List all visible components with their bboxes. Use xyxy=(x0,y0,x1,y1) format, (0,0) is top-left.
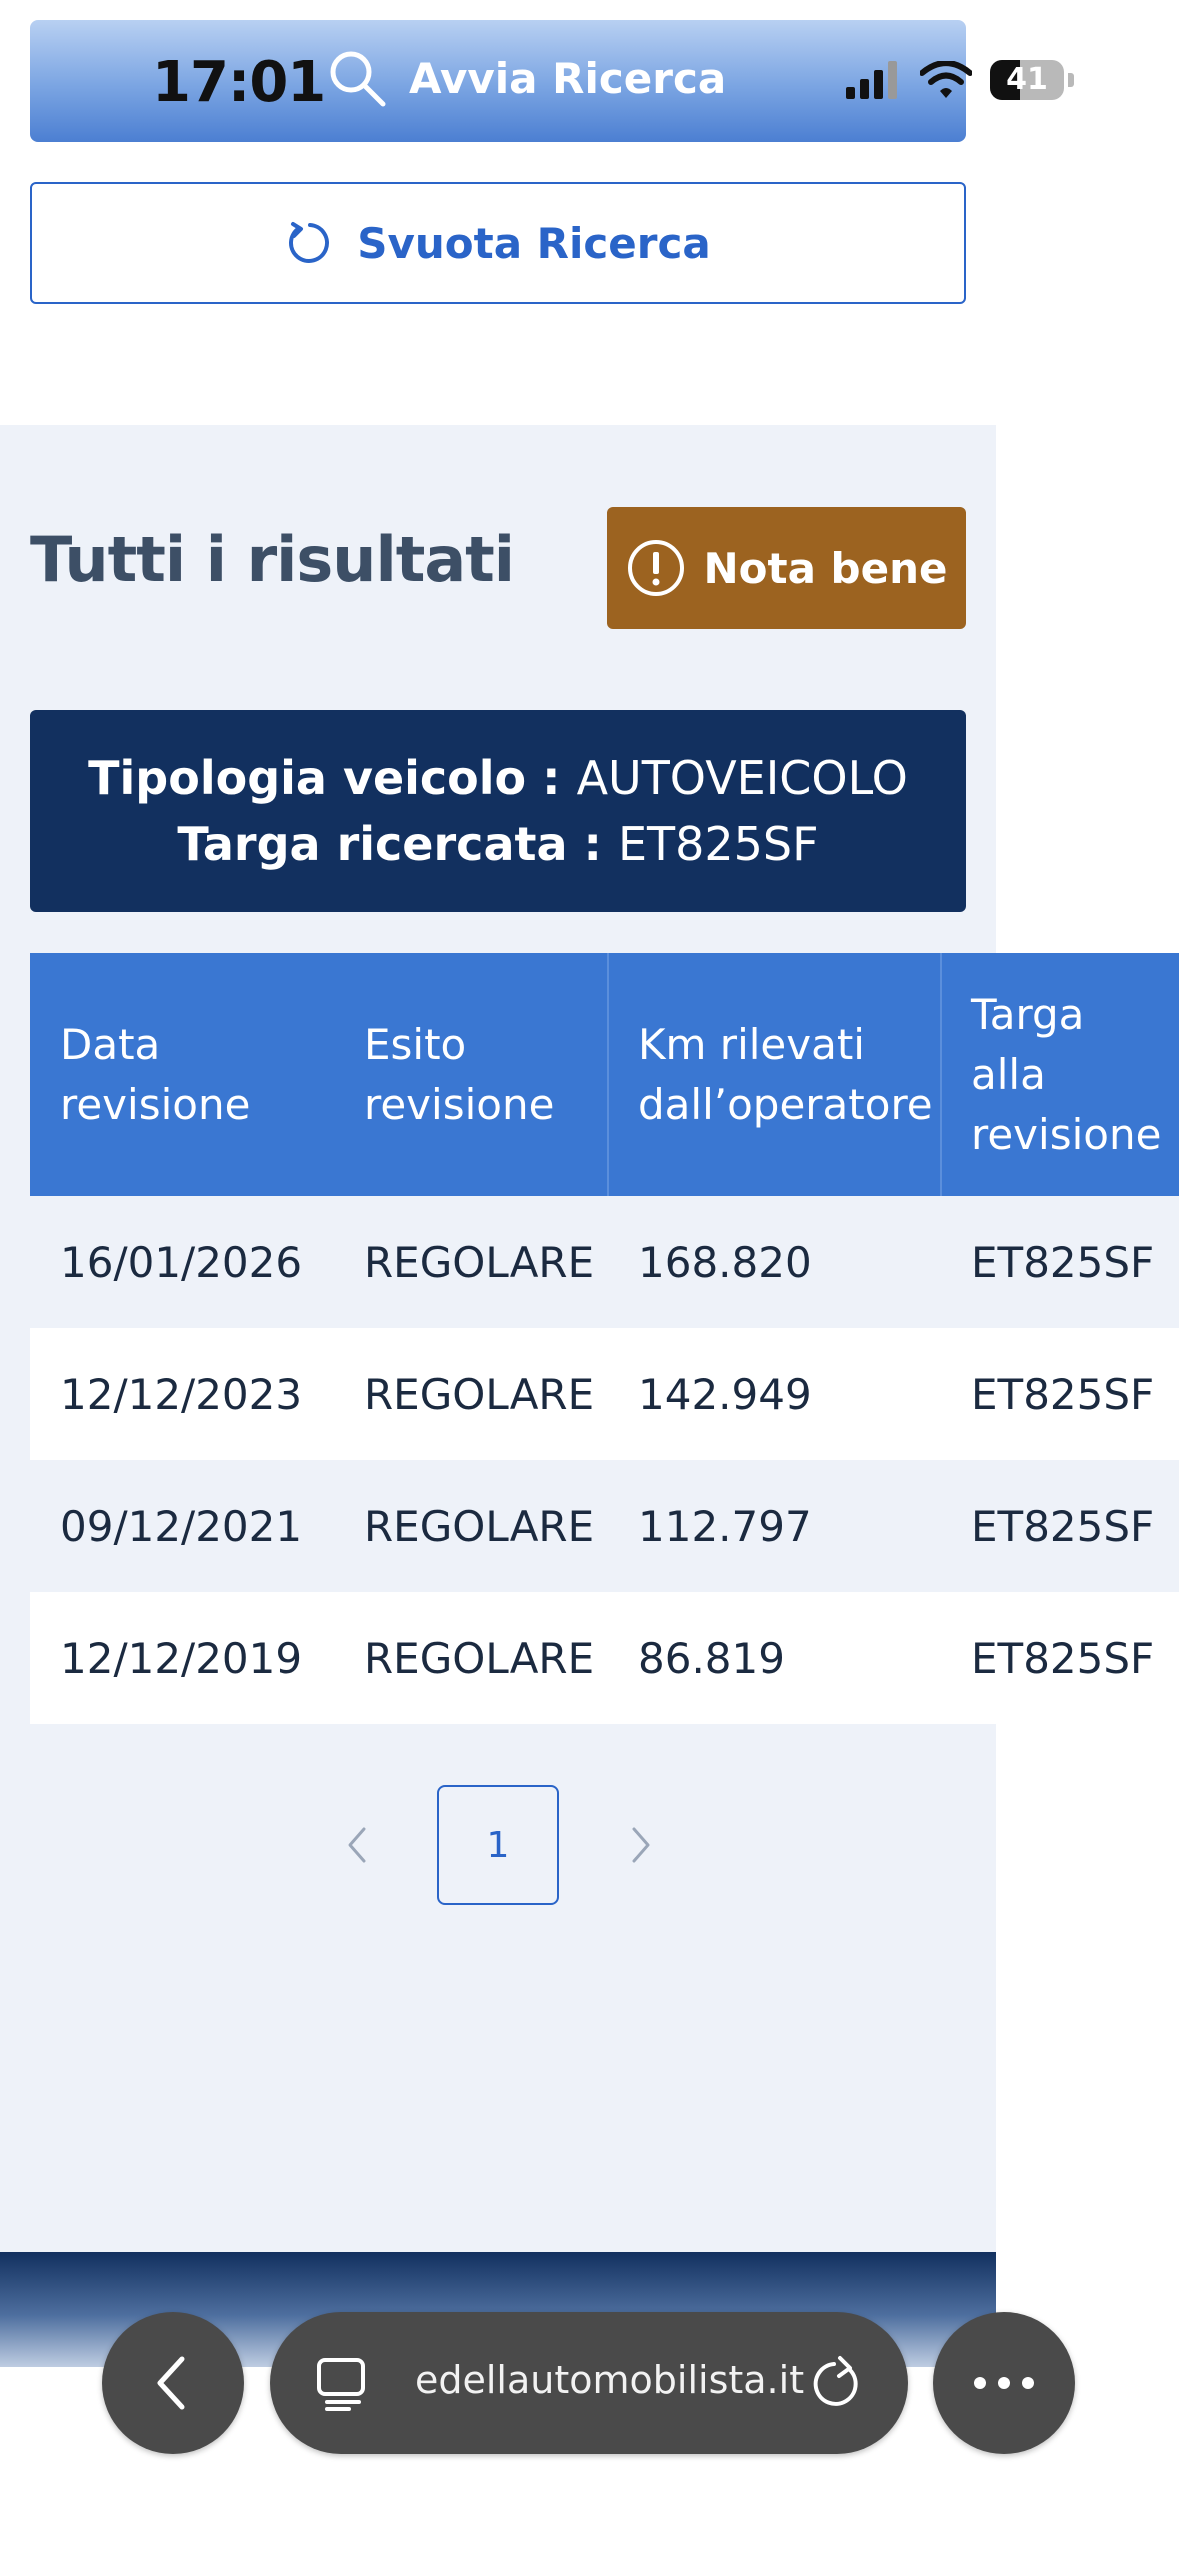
cell-date: 16/01/2026 xyxy=(60,1237,303,1287)
cell-outcome: REGOLARE xyxy=(364,1237,595,1287)
battery-percent: 41 xyxy=(1006,62,1048,97)
header-km: Km rilevati dall’operatore xyxy=(638,1019,933,1129)
table-row: 12/12/2019 REGOLARE 86.819 ET825SF xyxy=(30,1592,1179,1724)
nota-bene-label: Nota bene xyxy=(703,543,948,593)
refresh-icon xyxy=(289,222,330,263)
cell-plate: ET825SF xyxy=(971,1633,1155,1683)
reset-search-button[interactable]: Svuota Ricerca xyxy=(30,182,966,304)
vehicle-type-value: AUTOVEICOLO xyxy=(576,751,908,805)
cell-plate: ET825SF xyxy=(971,1369,1155,1419)
cell-outcome: REGOLARE xyxy=(364,1369,595,1419)
status-time: 17:01 xyxy=(152,50,326,115)
back-icon xyxy=(157,2356,185,2410)
vehicle-type-line: Tipologia veicolo : AUTOVEICOLO xyxy=(88,751,908,805)
results-table: Data revisione Esito revisione Km rilevati… xyxy=(30,953,1179,1724)
search-info-box: Tipologia veicolo : AUTOVEICOLO Targa ric… xyxy=(30,710,966,912)
cell-date: 12/12/2023 xyxy=(60,1369,303,1419)
cell-plate: ET825SF xyxy=(971,1237,1155,1287)
more-icon xyxy=(974,2377,1034,2389)
table-row: 16/01/2026 REGOLARE 168.820 ET825SF xyxy=(30,1196,1179,1328)
next-page-icon[interactable] xyxy=(626,1825,656,1865)
header-divider xyxy=(607,953,609,1196)
search-icon xyxy=(330,51,386,107)
plate-value: ET825SF xyxy=(617,817,819,871)
cell-plate: ET825SF xyxy=(971,1501,1155,1551)
battery-tip xyxy=(1068,73,1074,87)
cell-date: 12/12/2019 xyxy=(60,1633,303,1683)
vehicle-type-label: Tipologia veicolo : xyxy=(88,751,561,805)
header-date: Data revisione xyxy=(60,1019,251,1129)
header-divider xyxy=(940,953,942,1196)
table-row: 12/12/2023 REGOLARE 142.949 ET825SF xyxy=(30,1328,1179,1460)
nota-bene-button[interactable]: Nota bene xyxy=(607,507,966,629)
pagination: 1 xyxy=(0,1785,996,1905)
page: 17:01 Avvia Ricerca 41 Svuota Ricerca Tu… xyxy=(0,0,1179,2556)
exclamation-icon xyxy=(627,540,684,596)
plate-line: Targa ricercata : ET825SF xyxy=(177,817,818,871)
status-icons: 41 xyxy=(846,60,1074,100)
battery-icon: 41 xyxy=(990,60,1064,100)
url-text[interactable]: edellautomobilista.it xyxy=(415,2358,804,2402)
prev-page-icon[interactable] xyxy=(342,1825,372,1865)
plate-label: Targa ricercata : xyxy=(177,817,602,871)
back-button[interactable] xyxy=(102,2312,244,2454)
more-button[interactable] xyxy=(933,2312,1075,2454)
wifi-icon xyxy=(920,61,972,98)
reset-search-label: Svuota Ricerca xyxy=(357,218,711,268)
results-title: Tutti i risultati xyxy=(30,523,515,596)
cell-outcome: REGOLARE xyxy=(364,1633,595,1683)
cell-km: 142.949 xyxy=(638,1369,812,1419)
page-number-current[interactable]: 1 xyxy=(437,1785,559,1905)
cell-date: 09/12/2021 xyxy=(60,1501,303,1551)
reload-icon[interactable] xyxy=(810,2354,866,2412)
cell-km: 86.819 xyxy=(638,1633,785,1683)
tabs-icon[interactable] xyxy=(315,2356,371,2412)
search-button-label: Avvia Ricerca xyxy=(409,53,727,103)
header-outcome: Esito revisione xyxy=(364,1019,555,1129)
cell-km: 168.820 xyxy=(638,1237,812,1287)
cell-km: 112.797 xyxy=(638,1501,812,1551)
table-header: Data revisione Esito revisione Km rilevati… xyxy=(30,953,1179,1196)
signal-icon xyxy=(846,61,897,99)
address-bar[interactable]: edellautomobilista.it xyxy=(270,2312,908,2454)
header-plate: Targa alla revisione xyxy=(971,989,1162,1159)
search-button-content[interactable]: Avvia Ricerca xyxy=(325,46,726,110)
table-row: 09/12/2021 REGOLARE 112.797 ET825SF xyxy=(30,1460,1179,1592)
cell-outcome: REGOLARE xyxy=(364,1501,595,1551)
results-section: Tutti i risultati Nota bene Tipologia ve… xyxy=(0,425,1179,2255)
